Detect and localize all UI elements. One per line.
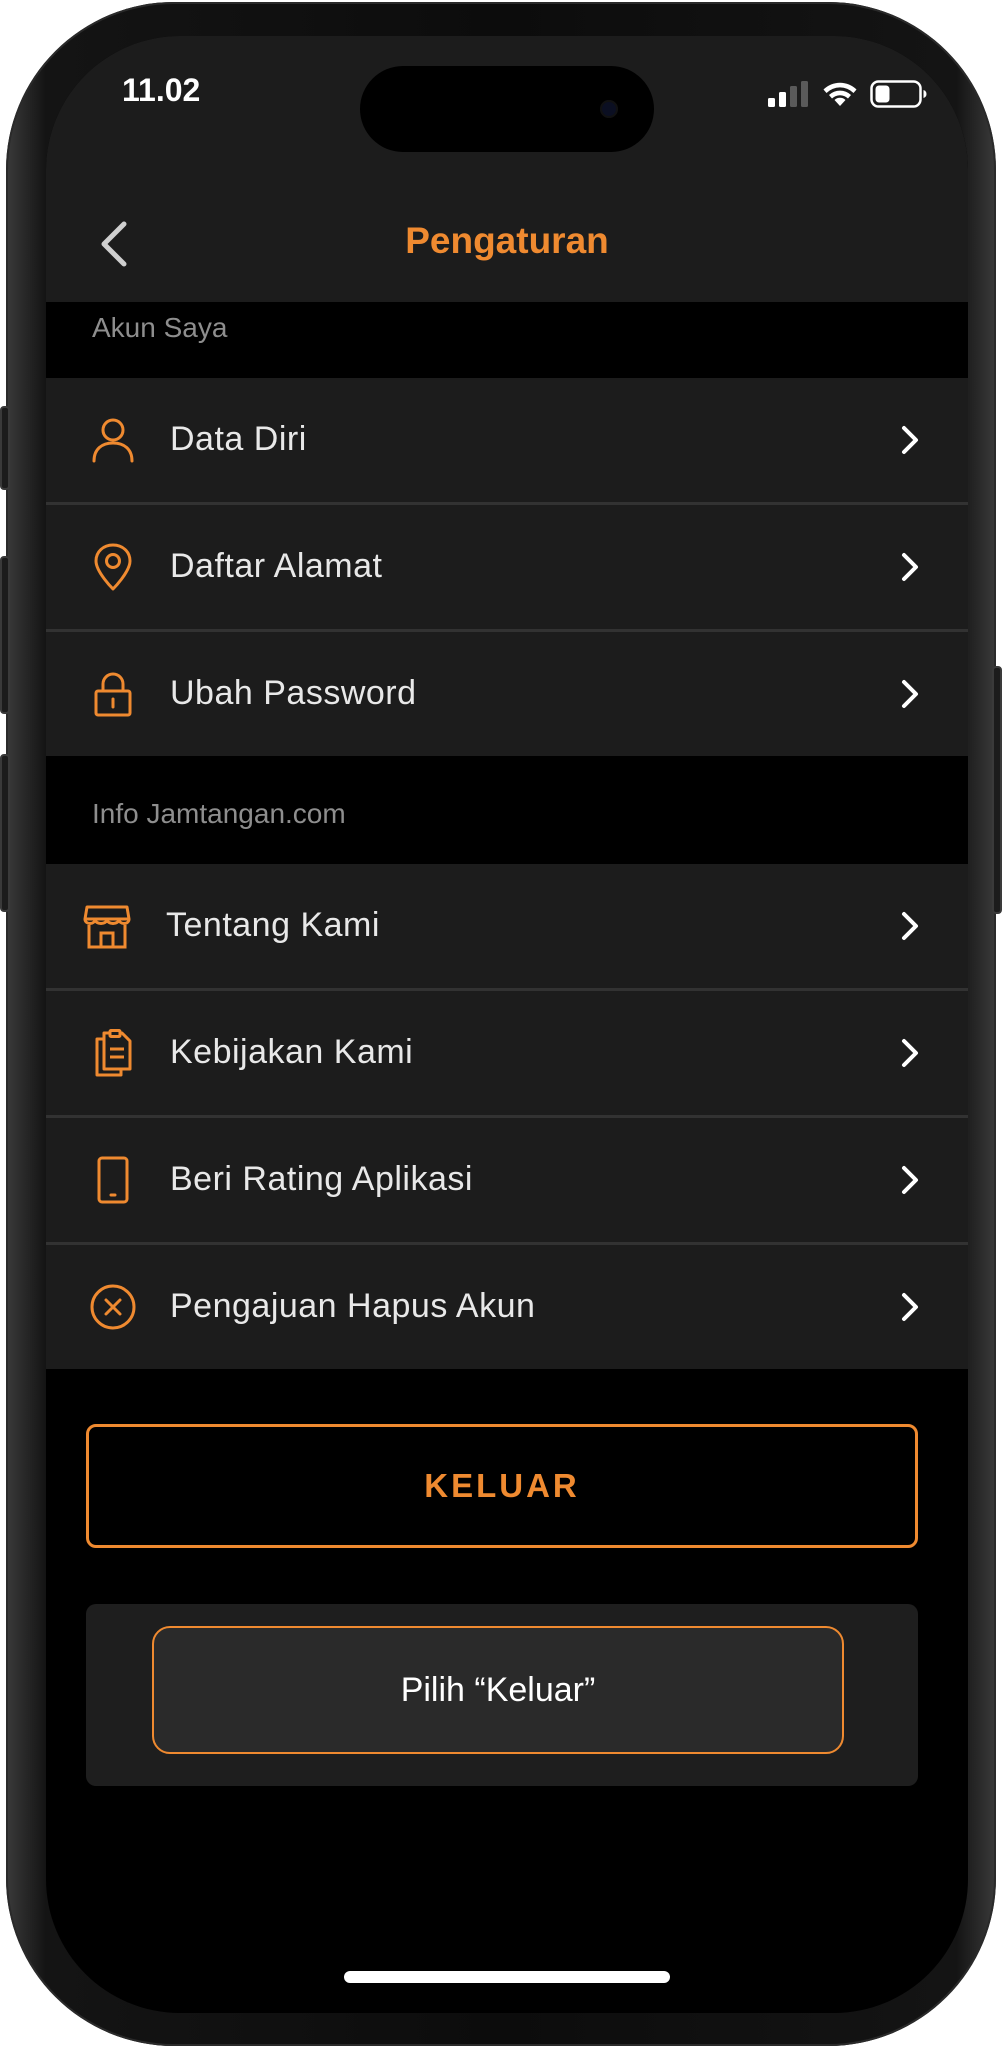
logout-button[interactable]: KELUAR (86, 1424, 918, 1548)
tooltip-panel: Pilih “Keluar” (86, 1604, 918, 1786)
action-button (0, 406, 10, 490)
section-label-info: Info Jamtangan.com (92, 798, 346, 829)
tooltip-text: Pilih “Keluar” (400, 1670, 596, 1709)
section-label-account: Akun Saya (92, 312, 228, 343)
home-indicator[interactable] (344, 1971, 670, 1983)
chevron-right-icon (896, 1035, 924, 1071)
phone-frame: 11.02 Pengaturan Akun Saya Data Diri Daf… (0, 2, 1002, 2046)
page-title: Pengaturan (405, 220, 609, 261)
info-menu: Tentang Kami Kebijakan Kami Beri Rating … (46, 864, 968, 1369)
cellular-signal-icon (768, 81, 808, 107)
circle-x-icon (88, 1282, 138, 1332)
chevron-right-icon (896, 1289, 924, 1325)
status-bar: 11.02 (46, 36, 968, 186)
phone-icon (88, 1155, 138, 1205)
chevron-right-icon (896, 422, 924, 458)
power-button (992, 666, 1002, 914)
tooltip: Pilih “Keluar” (152, 1626, 844, 1754)
menu-item-label: Beri Rating Aplikasi (170, 1160, 473, 1198)
wifi-icon (823, 82, 857, 106)
menu-item-label: Daftar Alamat (170, 547, 383, 585)
menu-item-label: Kebijakan Kami (170, 1033, 414, 1071)
clipboard-icon (88, 1028, 138, 1078)
menu-item-tentang-kami[interactable]: Tentang Kami (46, 864, 968, 988)
person-icon (88, 415, 138, 465)
battery-icon (870, 80, 927, 108)
chevron-right-icon (896, 549, 924, 585)
menu-item-beri-rating[interactable]: Beri Rating Aplikasi (46, 1115, 968, 1242)
menu-item-hapus-akun[interactable]: Pengajuan Hapus Akun (46, 1242, 968, 1369)
menu-item-daftar-alamat[interactable]: Daftar Alamat (46, 502, 968, 629)
status-icons (768, 78, 928, 110)
menu-item-label: Pengajuan Hapus Akun (170, 1287, 536, 1325)
camera-icon (600, 100, 618, 118)
nav-header: Pengaturan (46, 186, 968, 302)
location-pin-icon (88, 542, 138, 592)
menu-item-ubah-password[interactable]: Ubah Password (46, 629, 968, 756)
volume-down-button (0, 754, 10, 912)
volume-up-button (0, 556, 10, 714)
menu-item-label: Tentang Kami (166, 906, 380, 944)
chevron-right-icon (896, 908, 924, 944)
menu-item-label: Data Diri (170, 420, 307, 458)
chevron-right-icon (896, 676, 924, 712)
store-icon (82, 901, 132, 951)
menu-item-label: Ubah Password (170, 674, 417, 712)
menu-item-kebijakan-kami[interactable]: Kebijakan Kami (46, 988, 968, 1115)
lock-icon (88, 669, 138, 719)
account-menu: Data Diri Daftar Alamat Ubah Password (46, 378, 968, 756)
chevron-right-icon (896, 1162, 924, 1198)
app-screen: 11.02 Pengaturan Akun Saya Data Diri Daf… (46, 36, 968, 2013)
status-time: 11.02 (122, 72, 201, 108)
menu-item-data-diri[interactable]: Data Diri (46, 378, 968, 502)
dynamic-island (360, 66, 654, 152)
